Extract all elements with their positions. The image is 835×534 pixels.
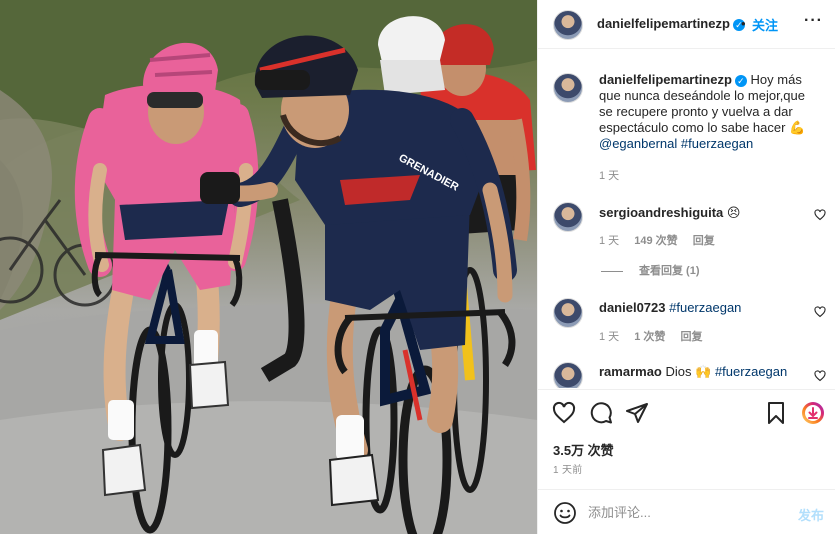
comment-like-heart-icon[interactable] <box>814 209 826 221</box>
comment-row: ramarmao Dios 🙌 #fuerzaegan <box>599 364 787 380</box>
post-header: danielfelipemartinezp ✓ • 关注 ··· <box>538 0 835 49</box>
commenter-username[interactable]: ramarmao <box>599 364 662 379</box>
comments-scroll-area[interactable]: danielfelipemartinezp ✓ Hoy más que nunca… <box>538 50 835 388</box>
rewards-badge-icon[interactable] <box>801 401 825 425</box>
comment-reply-button[interactable]: 回复 <box>681 331 703 343</box>
separator-dot: • <box>741 16 746 31</box>
post-photo[interactable]: GRENADIER <box>0 0 537 534</box>
comment-row: sergioandreshiguita 😣 <box>599 205 740 221</box>
comment-row: daniel0723 #fuerzaegan <box>599 300 741 315</box>
hashtag-link[interactable]: #fuerzaegan <box>681 136 753 151</box>
cyclists-photo-illustration: GRENADIER <box>0 0 537 534</box>
follow-button[interactable]: 关注 <box>752 15 778 34</box>
comment-time[interactable]: 1 天 <box>599 331 619 343</box>
comment-text: Dios <box>665 364 692 379</box>
comment-input[interactable] <box>588 502 778 522</box>
comment-meta: 1 天 149 次赞 回复 <box>599 232 727 248</box>
bookmark-icon[interactable] <box>764 401 788 425</box>
verified-badge-icon: ✓ <box>734 74 747 87</box>
caption-author-username[interactable]: danielfelipemartinezp <box>599 72 732 87</box>
commenter-avatar[interactable] <box>553 362 583 388</box>
comment-reply-button[interactable]: 回复 <box>693 235 715 247</box>
mention-link[interactable]: @eganbernal <box>599 136 677 151</box>
caption-meta: 1 天 <box>599 167 631 183</box>
heart-icon[interactable] <box>552 401 576 425</box>
author-avatar[interactable] <box>553 10 583 40</box>
view-replies-button[interactable]: 查看回复 (1) <box>601 262 700 278</box>
commenter-avatar[interactable] <box>553 298 583 328</box>
hashtag-link[interactable]: #fuerzaegan <box>669 300 741 315</box>
comment-like-heart-icon[interactable] <box>814 306 826 318</box>
comment-like-heart-icon[interactable] <box>814 370 826 382</box>
author-username-row[interactable]: danielfelipemartinezp ✓ <box>597 16 745 31</box>
post-side-panel: danielfelipemartinezp ✓ • 关注 ··· danielfe… <box>537 0 835 534</box>
comment-composer: 发布 <box>538 489 835 534</box>
likes-count[interactable]: 3.5万 次赞 <box>553 440 614 459</box>
comment-time[interactable]: 1 天 <box>599 235 619 247</box>
more-options-button[interactable]: ··· <box>804 12 823 30</box>
hashtag-link[interactable]: #fuerzaegan <box>715 364 787 379</box>
comment-meta: 1 天 1 次赞 回复 <box>599 328 715 344</box>
commenter-username[interactable]: daniel0723 <box>599 300 666 315</box>
commenter-username[interactable]: sergioandreshiguita <box>599 205 723 220</box>
share-icon[interactable] <box>625 401 649 425</box>
emoji-icon[interactable] <box>553 501 577 525</box>
caption: danielfelipemartinezp ✓ Hoy más que nunca… <box>599 72 821 152</box>
posted-ago[interactable]: 1 天前 <box>553 461 583 476</box>
flexed-biceps-emoji: 💪 <box>789 120 806 135</box>
comment-likes[interactable]: 149 次赞 <box>634 235 677 247</box>
raising-hands-emoji: 🙌 <box>695 364 712 379</box>
view-replies-label[interactable]: 查看回复 (1) <box>639 265 700 277</box>
commenter-avatar[interactable] <box>553 202 583 232</box>
caption-author-avatar[interactable] <box>553 73 583 103</box>
post-comment-button[interactable]: 发布 <box>798 505 824 524</box>
persevering-face-emoji: 😣 <box>726 205 741 220</box>
caption-time[interactable]: 1 天 <box>599 170 619 182</box>
comment-icon[interactable] <box>589 401 613 425</box>
replies-divider-line <box>601 270 623 272</box>
post-actions: 3.5万 次赞 1 天前 <box>538 389 835 489</box>
author-username[interactable]: danielfelipemartinezp <box>597 16 730 31</box>
comment-likes[interactable]: 1 次赞 <box>634 331 665 343</box>
